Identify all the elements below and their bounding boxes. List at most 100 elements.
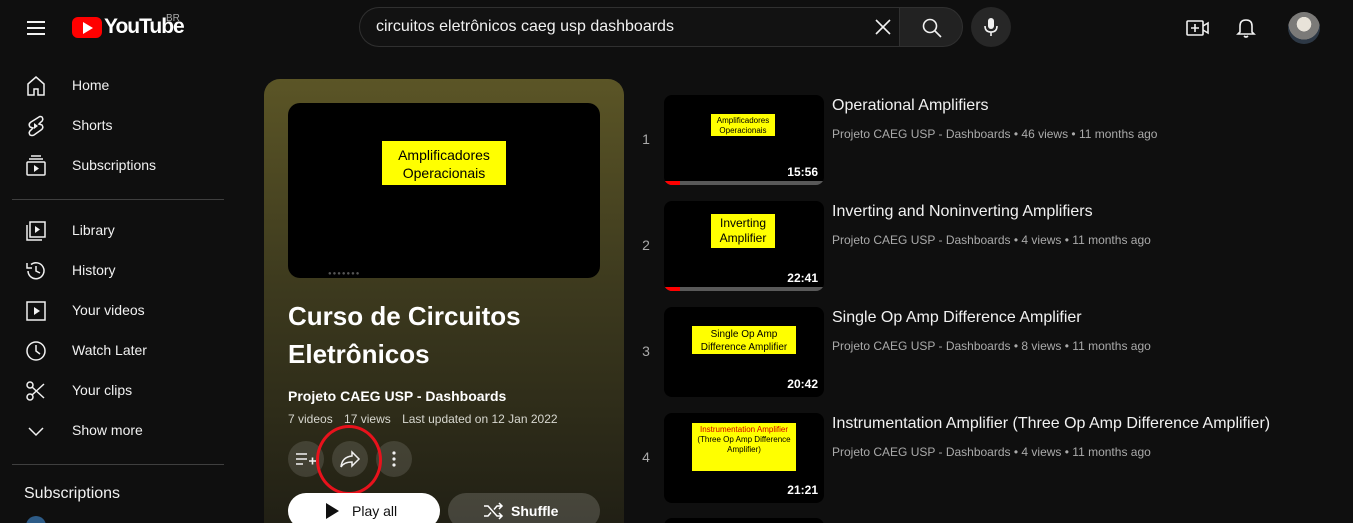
thumbnail-text: Single Op Amp Difference Amplifier bbox=[691, 325, 797, 355]
more-vert-icon bbox=[392, 451, 396, 467]
play-all-label: Play all bbox=[352, 503, 398, 519]
video-title[interactable]: Inverting and Noninverting Amplifiers bbox=[832, 203, 1093, 221]
clear-search-icon[interactable] bbox=[872, 16, 894, 38]
subscription-channel-avatar[interactable] bbox=[26, 516, 46, 523]
video-meta: Projeto CAEG USP - Dashboards • 4 views … bbox=[832, 445, 1151, 459]
video-index: 1 bbox=[642, 131, 650, 147]
sidebar-item-subscriptions[interactable]: Subscriptions bbox=[12, 146, 224, 186]
video-count: 7 videos bbox=[288, 412, 333, 426]
view-count: 17 views bbox=[344, 412, 391, 426]
search-button[interactable] bbox=[899, 7, 963, 47]
video-duration: 20:42 bbox=[787, 377, 818, 391]
video-views: 46 views bbox=[1021, 127, 1069, 141]
account-avatar[interactable] bbox=[1288, 12, 1320, 44]
shorts-icon bbox=[28, 115, 44, 137]
channel-name[interactable]: Projeto CAEG USP - Dashboards bbox=[832, 339, 1011, 353]
video-meta: Projeto CAEG USP - Dashboards • 46 views… bbox=[832, 127, 1158, 141]
playlist-title: Curso de Circuitos Eletrônicos bbox=[288, 301, 521, 369]
sidebar-item-shorts[interactable]: Shorts bbox=[12, 106, 224, 146]
shuffle-button[interactable]: Shuffle bbox=[448, 493, 600, 523]
video-index: 3 bbox=[642, 343, 650, 359]
voice-search-button[interactable] bbox=[971, 7, 1011, 47]
sidebar-item-label: Watch Later bbox=[72, 342, 147, 358]
video-thumbnail[interactable]: Amplificadores Operacionais 15:56 bbox=[664, 95, 824, 185]
video-duration: 15:56 bbox=[787, 165, 818, 179]
video-duration: 21:21 bbox=[787, 483, 818, 497]
thumbnail-text: Instrumentation Amplifier (Three Op Amp … bbox=[691, 422, 797, 472]
search-input[interactable] bbox=[376, 8, 866, 46]
video-duration: 22:41 bbox=[787, 271, 818, 285]
video-thumbnail[interactable]: Single Op Amp Difference Amplifier 20:42 bbox=[664, 307, 824, 397]
sidebar-item-label: Your clips bbox=[72, 382, 133, 398]
clips-icon bbox=[26, 381, 45, 401]
video-views: 4 views bbox=[1021, 445, 1062, 459]
search-icon bbox=[922, 18, 942, 38]
watch-later-icon bbox=[26, 341, 46, 361]
sidebar: Home Shorts Subscriptions Library Histor… bbox=[0, 56, 240, 523]
create-video-icon[interactable] bbox=[1185, 16, 1211, 40]
thumbnail-text-line: (Three Op Amp Difference Amplifier) bbox=[697, 435, 791, 454]
top-bar: YouTube BR bbox=[0, 0, 1353, 56]
sidebar-item-label: Subscriptions bbox=[72, 157, 157, 173]
playlist-thumbnail[interactable]: Amplificadores Operacionais ●●●●●●● bbox=[288, 103, 600, 278]
channel-name[interactable]: Projeto CAEG USP - Dashboards bbox=[832, 127, 1011, 141]
sidebar-item-watch-later[interactable]: Watch Later bbox=[12, 331, 224, 371]
watch-progress-bar bbox=[664, 287, 824, 291]
playlist-owner[interactable]: Projeto CAEG USP - Dashboards bbox=[288, 388, 506, 404]
channel-name[interactable]: Projeto CAEG USP - Dashboards bbox=[832, 445, 1011, 459]
video-title[interactable]: Single Op Amp Difference Amplifier bbox=[832, 309, 1082, 327]
video-views: 4 views bbox=[1021, 233, 1062, 247]
play-icon bbox=[326, 503, 339, 519]
playlist-video-row[interactable]: 3 Single Op Amp Difference Amplifier 20:… bbox=[640, 307, 1340, 401]
video-thumbnail[interactable]: Inverting Amplifier 22:41 bbox=[664, 201, 824, 291]
sidebar-item-your-clips[interactable]: Your clips bbox=[12, 371, 224, 411]
thumbnail-text: Amplificadores Operacionais bbox=[710, 113, 776, 137]
sidebar-item-label: Home bbox=[72, 77, 110, 93]
video-age: 11 months ago bbox=[1072, 339, 1151, 353]
sidebar-divider bbox=[12, 199, 224, 200]
subscriptions-icon bbox=[26, 155, 46, 176]
sidebar-item-home[interactable]: Home bbox=[12, 66, 224, 106]
sidebar-item-show-more[interactable]: Show more bbox=[12, 411, 224, 451]
video-index: 2 bbox=[642, 237, 650, 253]
home-icon bbox=[27, 76, 45, 96]
channel-name[interactable]: Projeto CAEG USP - Dashboards bbox=[832, 233, 1011, 247]
sidebar-item-library[interactable]: Library bbox=[12, 211, 224, 251]
thumbnail-text: Inverting Amplifier bbox=[710, 213, 776, 249]
your-videos-icon bbox=[26, 301, 46, 321]
sidebar-divider bbox=[12, 464, 224, 465]
subscriptions-heading: Subscriptions bbox=[24, 485, 121, 502]
video-views: 8 views bbox=[1021, 339, 1062, 353]
playlist-thumbnail-text: Amplificadores Operacionais bbox=[381, 140, 507, 186]
playlist-video-row[interactable]: 4 Instrumentation Amplifier (Three Op Am… bbox=[640, 413, 1340, 507]
sidebar-item-your-videos[interactable]: Your videos bbox=[12, 291, 224, 331]
sidebar-item-label: Show more bbox=[72, 422, 143, 438]
video-age: 11 months ago bbox=[1072, 233, 1151, 247]
playlist-video-row[interactable]: 2 Inverting Amplifier 22:41 Inverting an… bbox=[640, 201, 1340, 295]
sidebar-item-label: History bbox=[72, 262, 116, 278]
youtube-play-logo-icon bbox=[72, 16, 102, 38]
sidebar-item-history[interactable]: History bbox=[12, 251, 224, 291]
playlist-stats: 7 videos 17 views Last updated on 12 Jan… bbox=[288, 412, 566, 426]
sidebar-item-label: Library bbox=[72, 222, 115, 238]
thumbnail-decoration: ●●●●●●● bbox=[328, 271, 361, 277]
video-title[interactable]: Operational Amplifiers bbox=[832, 97, 989, 115]
video-index: 4 bbox=[642, 449, 650, 465]
next-video-thumbnail[interactable] bbox=[664, 518, 824, 523]
search-box[interactable] bbox=[359, 7, 899, 47]
microphone-icon bbox=[984, 18, 998, 36]
watch-progress-bar bbox=[664, 181, 824, 185]
hamburger-menu-icon[interactable] bbox=[24, 16, 48, 40]
library-icon bbox=[26, 221, 46, 241]
chevron-down-icon bbox=[28, 427, 44, 437]
playlist-video-row[interactable]: 1 Amplificadores Operacionais 15:56 Oper… bbox=[640, 95, 1340, 189]
notifications-bell-icon[interactable] bbox=[1234, 15, 1258, 39]
shuffle-label: Shuffle bbox=[511, 503, 559, 519]
shuffle-icon bbox=[484, 502, 504, 520]
sidebar-item-label: Your videos bbox=[72, 302, 145, 318]
thumbnail-text-line: Instrumentation Amplifier bbox=[699, 425, 789, 434]
video-title[interactable]: Instrumentation Amplifier (Three Op Amp … bbox=[832, 415, 1270, 433]
play-all-button[interactable]: Play all bbox=[288, 493, 440, 523]
video-thumbnail[interactable]: Instrumentation Amplifier (Three Op Amp … bbox=[664, 413, 824, 503]
sidebar-item-label: Shorts bbox=[72, 117, 113, 133]
